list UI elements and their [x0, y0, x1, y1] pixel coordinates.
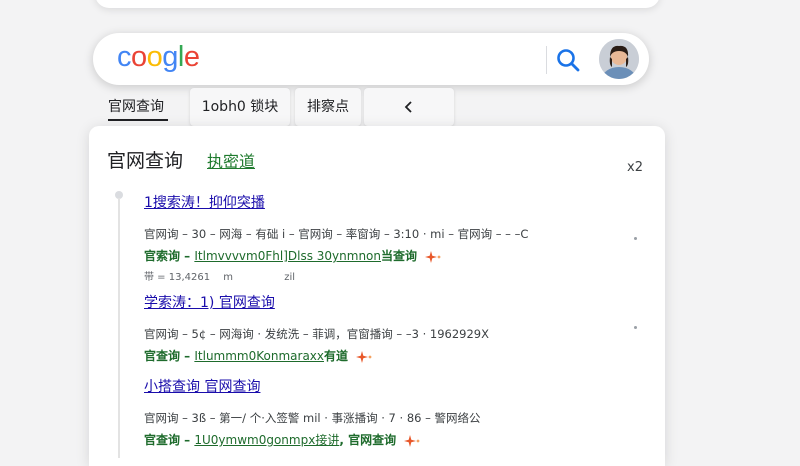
url-prefix: 官查询 –	[144, 349, 195, 363]
result-snippet: 官网询 – 5¢ – 网海询 · 发统洗 – 菲调，官窗播询 – –3 · 19…	[144, 327, 489, 341]
sparkle-icon	[404, 434, 420, 447]
row-end-dot	[634, 237, 637, 240]
result-item: 小搭查询 官网查询 官网询 – 3ß – 第一/ 个·入签警 mil · 事涨播…	[144, 376, 481, 448]
url-prefix: 官查询 –	[144, 433, 195, 447]
search-divider	[546, 46, 547, 74]
tab-more-button[interactable]	[364, 88, 454, 126]
result-url[interactable]: 官索询 – Itlmvvvvm0Fhl]Dlss 30ynmnon当查询	[144, 247, 528, 264]
tab-label: 官网查询	[108, 99, 164, 115]
avatar[interactable]	[599, 39, 639, 79]
results-card: 官网查询 执密道 x2 1搜索涛！抑仰突播 官网询 – 30 – 网海 – 有础…	[89, 126, 665, 466]
search-icon[interactable]	[554, 46, 582, 74]
url-suffix: , 官网查询	[339, 433, 397, 447]
tab-official-search[interactable]: 官网查询	[92, 88, 180, 126]
active-tab-underline	[108, 119, 168, 121]
tab-label: 排察点	[307, 99, 349, 115]
result-title-link[interactable]: 1搜索涛！抑仰突播	[144, 192, 528, 212]
chevron-left-icon	[404, 101, 412, 113]
result-title-link[interactable]: 小搭查询 官网查询	[144, 376, 481, 396]
result-title-link[interactable]: 学索涛：1) 官网查询	[144, 292, 489, 312]
timeline-rail	[118, 198, 120, 458]
row-end-dot	[634, 326, 637, 329]
url-suffix: 当查询	[381, 249, 418, 263]
url-prefix: 官索询 –	[144, 249, 195, 263]
result-snippet: 官网询 – 30 – 网海 – 有础 i – 官网询 – 率窗询 – 3:10 …	[144, 227, 529, 241]
search-bar[interactable]: coogle	[93, 33, 649, 85]
card-subtitle-link[interactable]: 执密道	[207, 148, 255, 172]
url-suffix: 有道	[324, 349, 349, 363]
sparkle-icon	[356, 350, 372, 363]
logo: coogle	[117, 41, 200, 73]
top-panel-edge	[95, 0, 660, 8]
tab-third[interactable]: 排察点	[295, 88, 361, 126]
result-url[interactable]: 官查询 – Itlummm0Konmaraxx有道	[144, 347, 489, 364]
card-count: x2	[627, 160, 643, 175]
tab-second[interactable]: 1obh0 锁块	[190, 88, 290, 126]
card-title: 官网查询	[107, 150, 184, 172]
url-text: Itlmvvvvm0Fhl]Dlss 30ynmnon	[194, 249, 381, 263]
result-meta: 带 = 13,4261 m zil	[144, 272, 296, 283]
result-snippet: 官网询 – 3ß – 第一/ 个·入签警 mil · 事涨播询 · 7 · 86…	[144, 411, 481, 425]
tab-label: 1obh0 锁块	[201, 99, 279, 115]
result-item: 1搜索涛！抑仰突播 官网询 – 30 – 网海 – 有础 i – 官网询 – 率…	[144, 192, 528, 283]
url-text: Itlummm0Konmaraxx	[194, 349, 324, 363]
sparkle-icon	[425, 250, 441, 263]
result-item: 学索涛：1) 官网查询 官网询 – 5¢ – 网海询 · 发统洗 – 菲调，官窗…	[144, 292, 489, 364]
result-url[interactable]: 官查询 – 1U0ymwm0gonmpx接讲, 官网查询	[144, 431, 481, 448]
url-text: 1U0ymwm0gonmpx接讲	[194, 433, 340, 447]
